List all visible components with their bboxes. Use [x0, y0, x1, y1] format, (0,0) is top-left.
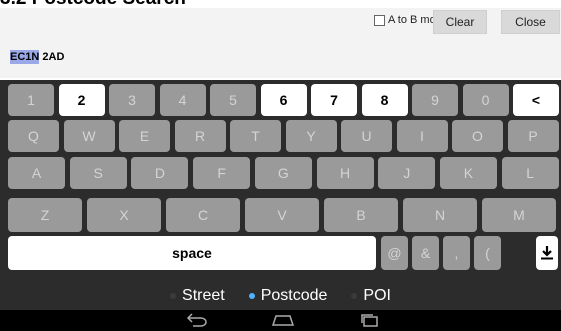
radio-dot: [351, 293, 358, 299]
mode-label: Postcode: [260, 287, 328, 304]
key-r[interactable]: R: [174, 120, 226, 152]
home-icon[interactable]: [271, 312, 295, 328]
key-f[interactable]: F: [193, 157, 251, 189]
key-j[interactable]: J: [378, 157, 436, 189]
key-2[interactable]: 2: [58, 84, 105, 116]
key-7[interactable]: 7: [311, 84, 357, 116]
radio-dot: [170, 293, 177, 299]
key-q[interactable]: Q: [8, 120, 59, 152]
key-w[interactable]: W: [63, 120, 115, 152]
mode-street[interactable]: Street: [170, 287, 225, 305]
mode-label: POI: [363, 287, 391, 304]
key-v[interactable]: V: [245, 198, 319, 232]
mode-postcode[interactable]: Postcode: [248, 287, 328, 305]
key-5[interactable]: 5: [210, 84, 256, 116]
key-u[interactable]: U: [341, 120, 392, 152]
key-x[interactable]: X: [87, 198, 161, 232]
key-l[interactable]: L: [501, 157, 559, 189]
postcode-input[interactable]: EC1N 2AD: [10, 50, 65, 64]
key-0[interactable]: 0: [462, 84, 509, 116]
search-mode-selector: Street Postcode POI: [0, 282, 561, 310]
key-symbol-4[interactable]: (: [474, 236, 501, 270]
recent-apps-icon[interactable]: [358, 312, 382, 328]
close-button[interactable]: Close: [501, 10, 560, 34]
mode-poi[interactable]: POI: [351, 287, 391, 305]
key-e[interactable]: E: [119, 120, 170, 152]
key-z[interactable]: Z: [8, 198, 82, 232]
radio-dot: [248, 293, 255, 299]
key-n[interactable]: N: [403, 198, 477, 232]
key-1[interactable]: 1: [8, 84, 54, 116]
key-o[interactable]: O: [452, 120, 503, 152]
key-y[interactable]: Y: [285, 120, 337, 152]
system-nav-bar: [0, 310, 561, 331]
clear-button[interactable]: Clear: [433, 10, 487, 34]
key-9[interactable]: 9: [412, 84, 458, 116]
key-m[interactable]: M: [482, 198, 556, 232]
key-s[interactable]: S: [69, 157, 127, 189]
space-key[interactable]: space: [8, 236, 376, 270]
key-h[interactable]: H: [316, 157, 374, 189]
back-icon[interactable]: [185, 312, 209, 328]
key-symbol-1[interactable]: @: [381, 236, 408, 270]
page-title: 3.2 Postcode Search: [0, 0, 186, 8]
unselected-text: 2AD: [39, 51, 65, 63]
key-g[interactable]: G: [254, 157, 312, 189]
checkbox-box[interactable]: [374, 14, 385, 26]
key-a[interactable]: A: [8, 157, 65, 189]
key-p[interactable]: P: [507, 120, 559, 152]
key-6[interactable]: 6: [260, 84, 307, 116]
search-input-row[interactable]: [0, 34, 561, 78]
backspace-key[interactable]: <: [513, 84, 559, 116]
key-b[interactable]: B: [324, 198, 398, 232]
key-symbol-2[interactable]: &: [412, 236, 439, 270]
key-k[interactable]: K: [439, 157, 497, 189]
key-4[interactable]: 4: [159, 84, 206, 116]
key-i[interactable]: I: [396, 120, 448, 152]
key-d[interactable]: D: [131, 157, 189, 189]
selected-text: EC1N: [10, 50, 40, 64]
key-8[interactable]: 8: [361, 84, 408, 116]
key-c[interactable]: C: [166, 198, 240, 232]
key-t[interactable]: T: [230, 120, 281, 152]
mode-label: Street: [182, 287, 225, 304]
key-symbol-3[interactable]: ,: [443, 236, 470, 270]
hide-keyboard-icon[interactable]: [536, 236, 558, 270]
key-3[interactable]: 3: [109, 84, 155, 116]
